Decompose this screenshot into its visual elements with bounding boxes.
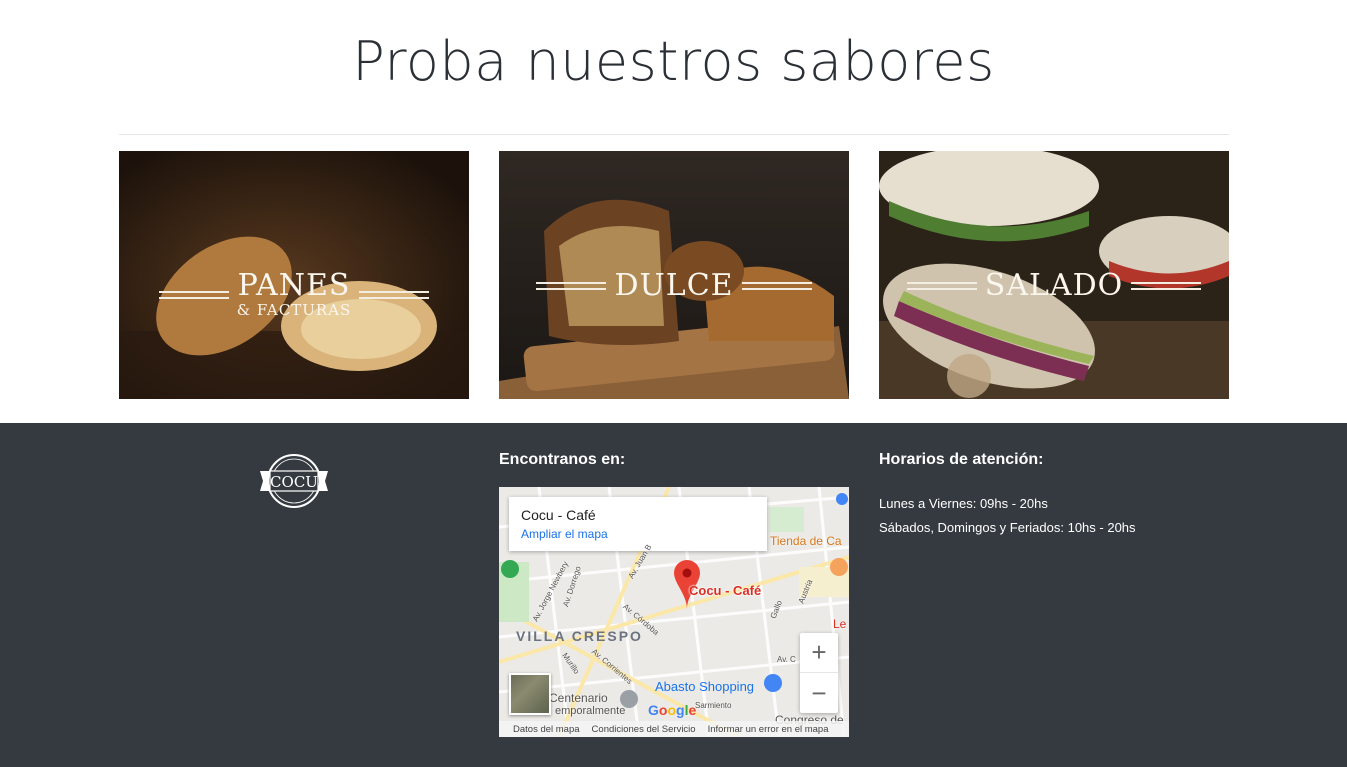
temporal-label: emporalmente — [555, 705, 626, 717]
card-title: PANES — [237, 268, 351, 303]
map-info-card: Cocu - Café Ampliar el mapa — [509, 497, 767, 551]
card-salado[interactable]: SALADO — [879, 151, 1229, 399]
centenario-label: Centenario — [549, 691, 608, 705]
decorative-lines — [906, 280, 977, 292]
card-label: SALADO — [879, 271, 1229, 301]
divider — [119, 134, 1229, 135]
google-logo: Google — [648, 702, 697, 718]
decorative-lines — [1131, 280, 1202, 292]
hours-weekends: Sábados, Domingos y Feriados: 10hs - 20h… — [879, 520, 1136, 535]
card-subtitle: & FACTURAS — [236, 301, 352, 319]
pin-label: Cocu - Café — [689, 583, 762, 598]
zoom-out-button[interactable]: − — [800, 673, 838, 713]
terms-link[interactable]: Condiciones del Servicio — [592, 724, 696, 735]
map-attribution: Datos del mapa Condiciones del Servicio … — [499, 721, 849, 737]
hours-title: Horarios de atención: — [879, 451, 1044, 468]
decorative-lines — [741, 280, 812, 292]
card-title: SALADO — [984, 268, 1124, 303]
card-title: DULCE — [614, 268, 734, 303]
area-label: VILLA CRESPO — [516, 628, 643, 644]
embedded-map[interactable]: Cocu - Café Ampliar el mapa Tienda de Ca… — [499, 487, 849, 737]
map-data-link[interactable]: Datos del mapa — [513, 724, 580, 735]
satellite-view-toggle[interactable] — [509, 673, 551, 715]
map-label-le: Le — [833, 617, 847, 631]
abasto-label: Abasto Shopping — [655, 679, 755, 694]
card-label: PANES & FACTURAS — [119, 271, 469, 318]
card-label: DULCE — [499, 271, 849, 301]
street-label: Av. C — [777, 655, 796, 664]
decorative-lines — [359, 289, 430, 301]
report-error-link[interactable]: Informar un error en el mapa — [708, 724, 829, 735]
place-name: Cocu - Café — [521, 507, 596, 523]
decorative-lines — [536, 280, 607, 292]
zoom-in-button[interactable]: + — [800, 633, 838, 673]
map-label-tienda: Tienda de Ca — [770, 534, 842, 548]
decorative-lines — [158, 289, 229, 301]
find-us-title: Encontranos en: — [499, 451, 626, 468]
map-zoom-control: + − — [800, 633, 838, 713]
hours-list: Lunes a Viernes: 09hs - 20hs Sábados, Do… — [879, 492, 1136, 540]
card-panes[interactable]: PANES & FACTURAS — [119, 151, 469, 399]
street-label: Sarmiento — [695, 701, 732, 710]
card-dulce[interactable]: DULCE — [499, 151, 849, 399]
enlarge-map-link[interactable]: Ampliar el mapa — [521, 527, 755, 541]
section-heading: Proba nuestros sabores — [352, 30, 995, 93]
hours-weekdays: Lunes a Viernes: 09hs - 20hs — [879, 496, 1048, 511]
cocu-logo[interactable]: COCU — [258, 453, 330, 509]
logo-text: COCU — [270, 473, 318, 491]
